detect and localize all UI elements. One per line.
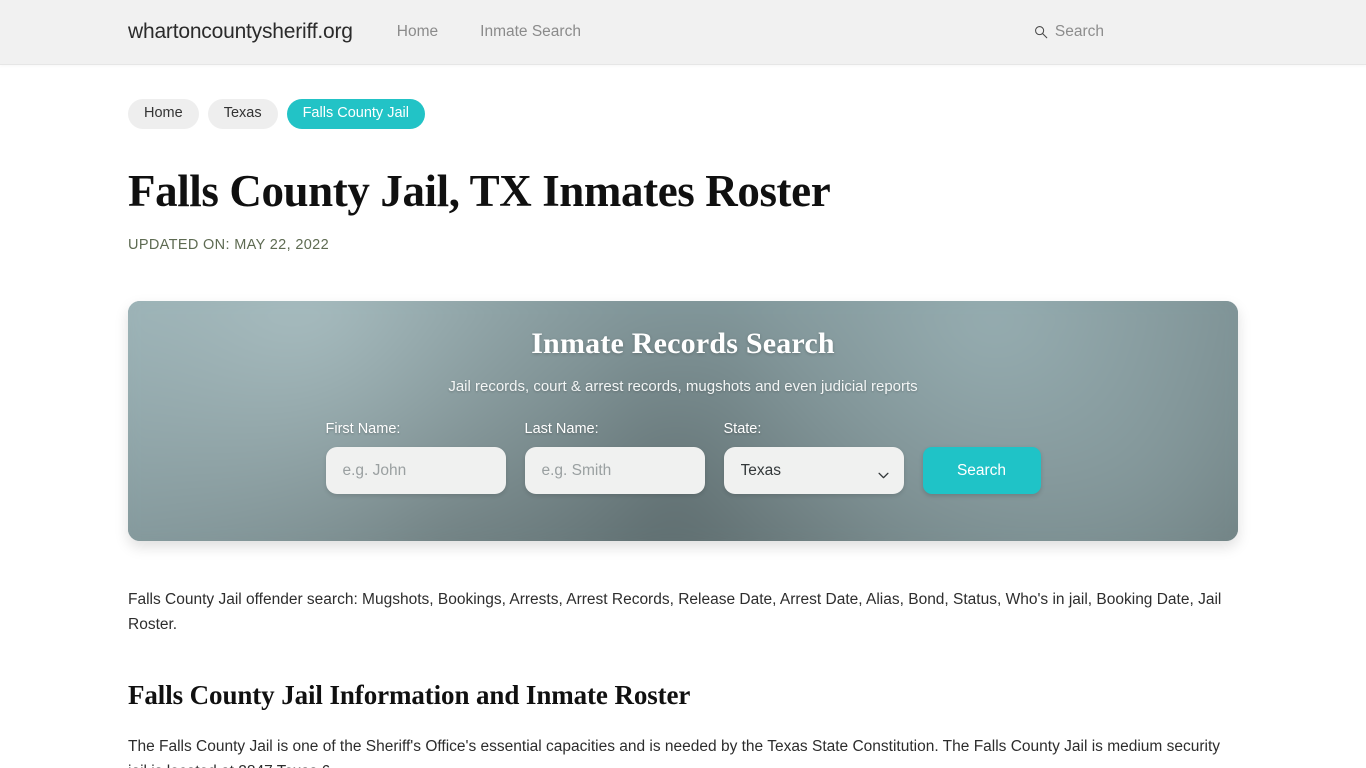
updated-on-text: UPDATED ON: MAY 22, 2022 — [128, 237, 329, 254]
site-brand[interactable]: whartoncountysheriff.org — [128, 20, 353, 44]
breadcrumb-item-texas[interactable]: Texas — [207, 99, 278, 129]
state-select[interactable]: Texas — [723, 447, 904, 495]
section-heading-jail-information: Falls County Jail Information and Inmate… — [128, 680, 691, 711]
last-name-input[interactable] — [524, 447, 705, 495]
header-inner: whartoncountysheriff.org Home Inmate Sea… — [128, 0, 1238, 64]
site-header: whartoncountysheriff.org Home Inmate Sea… — [0, 0, 1366, 65]
breadcrumb: Home Texas Falls County Jail — [128, 99, 1238, 129]
breadcrumb-item-home[interactable]: Home — [128, 99, 199, 129]
nav-item-inmate-search[interactable]: Inmate Search — [480, 23, 581, 41]
state-label: State: — [723, 421, 762, 438]
page-content: Home Texas Falls County Jail Falls Count… — [128, 65, 1238, 768]
first-name-input[interactable] — [325, 447, 506, 495]
inmate-search-form: First Name: Last Name: State: Texas — [128, 421, 1238, 495]
last-name-label: Last Name: — [524, 421, 599, 438]
header-search-label: Search — [1054, 23, 1104, 40]
search-icon — [1034, 25, 1048, 39]
last-name-field-group: Last Name: — [524, 421, 705, 495]
inmate-records-search-panel: Inmate Records Search Jail records, cour… — [128, 301, 1238, 542]
panel-title: Inmate Records Search — [531, 327, 835, 361]
breadcrumb-item-falls-county-jail[interactable]: Falls County Jail — [286, 99, 425, 129]
nav-item-home[interactable]: Home — [397, 23, 438, 41]
header-search-toggle[interactable]: Search — [1034, 23, 1104, 41]
state-field-group: State: Texas — [723, 421, 904, 495]
jail-information-line-1: The Falls County Jail is one of the Sher… — [128, 738, 1221, 768]
first-name-label: First Name: — [325, 421, 401, 438]
jail-information-paragraph: The Falls County Jail is one of the Sher… — [128, 734, 1238, 768]
first-name-field-group: First Name: — [325, 421, 506, 495]
panel-subtitle: Jail records, court & arrest records, mu… — [448, 378, 918, 396]
state-select-wrap: Texas — [723, 447, 904, 495]
page-title: Falls County Jail, TX Inmates Roster — [128, 165, 831, 216]
panel-inner: Inmate Records Search Jail records, cour… — [128, 301, 1238, 541]
intro-paragraph: Falls County Jail offender search: Mugsh… — [128, 591, 1222, 634]
search-submit-button[interactable]: Search — [922, 447, 1041, 495]
main-nav: Home Inmate Search — [397, 23, 581, 41]
